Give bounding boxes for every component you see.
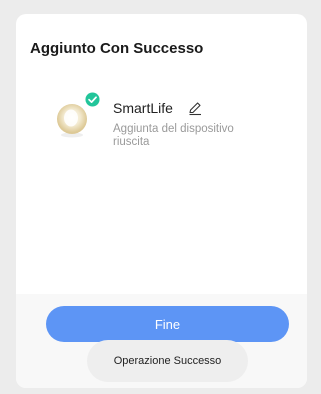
dialog-title: Aggiunto Con Successo: [30, 40, 204, 57]
done-button[interactable]: Fine: [46, 306, 289, 342]
toast-message: Operazione Successo: [87, 340, 248, 382]
edit-pencil-icon[interactable]: [187, 100, 203, 116]
device-name: SmartLife: [113, 100, 173, 116]
device-status-text: Aggiunta del dispositivo riuscita: [113, 123, 234, 148]
check-badge-icon: [85, 92, 100, 107]
